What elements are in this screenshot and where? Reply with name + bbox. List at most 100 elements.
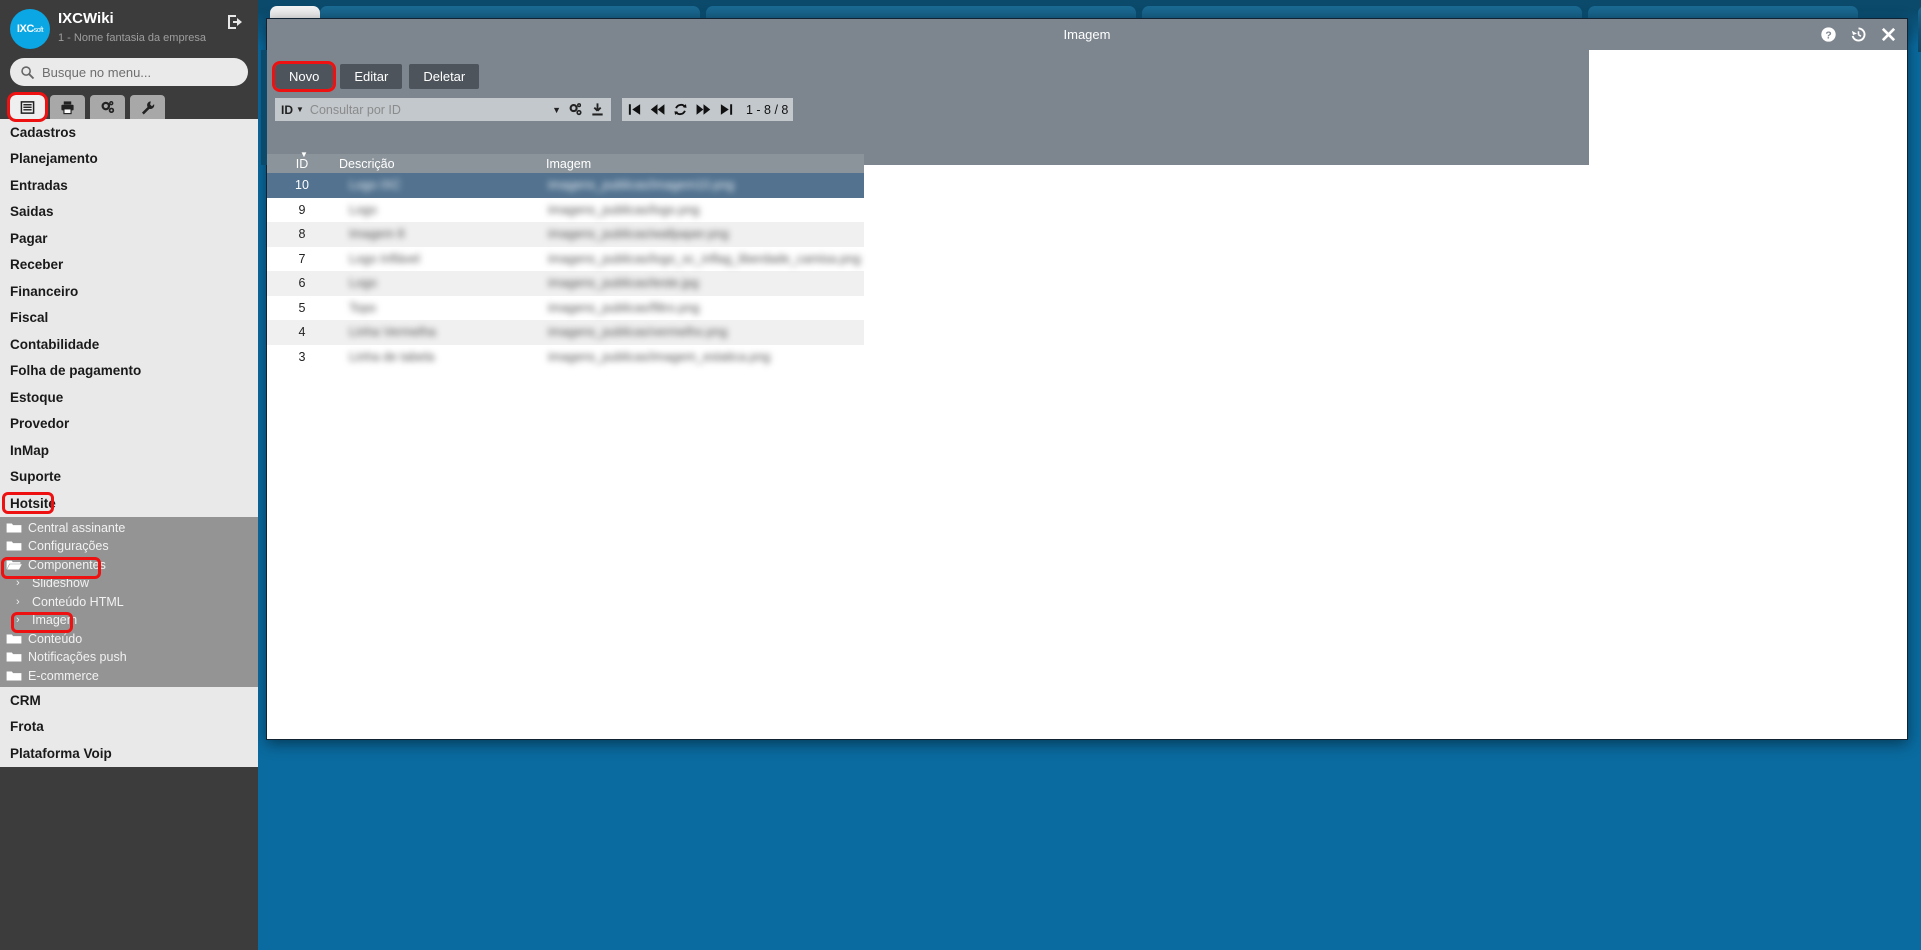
history-icon[interactable]: [1850, 26, 1867, 43]
sidebar-item-suporte[interactable]: Suporte: [0, 464, 258, 491]
sidebar-item-pagar[interactable]: Pagar: [0, 225, 258, 252]
cell-imagem: imagens_publicas/imagem_estatica.png: [548, 349, 771, 364]
sidebar-item-contabilidade[interactable]: Contabilidade: [0, 331, 258, 358]
new-button[interactable]: Novo: [271, 61, 337, 92]
sidebar-item-label: Pagar: [10, 230, 48, 246]
submenu-item-e-commerce[interactable]: E-commerce: [0, 667, 258, 686]
sidebar-item-label: Fiscal: [10, 310, 49, 326]
sidebar-item-label: Frota: [10, 719, 44, 735]
edit-button[interactable]: Editar: [340, 64, 403, 89]
next-page-icon[interactable]: [696, 102, 711, 117]
submenu-item-central-assinante[interactable]: Central assinante: [0, 519, 258, 538]
modal-title-bar: Imagem ?: [267, 19, 1907, 50]
cell-id: 8: [298, 227, 306, 242]
modal-title-actions: ?: [1820, 19, 1897, 50]
query-bar: ID ▼ ▼: [275, 98, 794, 121]
table-row[interactable]: 8 Imagem 8 imagens_publicas/wallpaper.pn…: [267, 222, 864, 247]
sidebar-item-cadastros[interactable]: Cadastros: [0, 119, 258, 146]
sidebar: IXCsoft IXCWiki 1 - Nome fantasia da emp…: [0, 0, 258, 950]
sidebar-item-label: Planejamento: [10, 151, 98, 167]
app-logo-text: IXCsoft: [16, 23, 44, 35]
grid-header-descricao[interactable]: Descrição: [337, 157, 544, 171]
sidebar-item-label: Estoque: [10, 389, 64, 405]
sidebar-item-plataforma-voip[interactable]: Plataforma Voip: [0, 740, 258, 767]
sidebar-item-inmap[interactable]: InMap: [0, 437, 258, 464]
brand-name: IXC: [16, 23, 34, 35]
table-row[interactable]: 7 Logo Inflável imagens_publicas/logo_sc…: [267, 246, 864, 271]
sidebar-item-label: Receber: [10, 257, 64, 273]
sidebar-search-wrap: [0, 58, 258, 86]
last-page-icon[interactable]: [719, 102, 734, 117]
sidebar-item-hotsite[interactable]: Hotsite: [0, 490, 258, 517]
grid-header-imagem[interactable]: Imagem: [544, 157, 864, 171]
table-row[interactable]: 6 Logo imagens_publicas/teste.jpg: [267, 271, 864, 296]
company-subtitle: 1 - Nome fantasia da empresa: [58, 32, 206, 44]
sidebar-tab-tools[interactable]: [130, 95, 165, 119]
sidebar-icon-tabs: [0, 86, 258, 122]
imagem-grid: ▼ ID Descrição Imagem 10 Logo IXC imagen…: [267, 150, 864, 369]
sidebar-item-crm[interactable]: CRM: [0, 687, 258, 714]
modal-body: Novo Editar Deletar ID ▼ ▼: [261, 50, 1907, 739]
first-page-icon[interactable]: [627, 102, 642, 117]
table-row[interactable]: 9 Logo imagens_publicas/logo.png: [267, 197, 864, 222]
refresh-icon[interactable]: [673, 102, 688, 117]
sidebar-tab-printer[interactable]: [50, 95, 85, 119]
sidebar-tab-settings[interactable]: [90, 95, 125, 119]
submenu-item-conteudo-html[interactable]: › Conteúdo HTML: [0, 593, 258, 612]
sidebar-item-label: Provedor: [10, 416, 70, 432]
close-icon[interactable]: [1880, 26, 1897, 43]
action-toolbar: Novo Editar Deletar: [271, 61, 480, 92]
help-icon[interactable]: ?: [1820, 26, 1837, 43]
table-row[interactable]: 10 Logo IXC imagens_publicas/imagem10.pn…: [267, 173, 864, 198]
table-row[interactable]: 4 Linha Vermelha imagens_publicas/vermel…: [267, 320, 864, 345]
sidebar-header: IXCsoft IXCWiki 1 - Nome fantasia da emp…: [0, 0, 258, 58]
delete-button[interactable]: Deletar: [409, 64, 480, 89]
sidebar-item-label: Hotsite: [10, 495, 56, 511]
query-input[interactable]: [309, 102, 549, 117]
menu-search-box[interactable]: [10, 58, 248, 86]
sidebar-item-frota[interactable]: Frota: [0, 714, 258, 741]
sidebar-item-fiscal[interactable]: Fiscal: [0, 305, 258, 332]
toolbar-panel: Novo Editar Deletar ID ▼ ▼: [261, 50, 1589, 165]
export-download-icon[interactable]: [590, 102, 605, 117]
hotsite-submenu: Central assinante Configurações Componen…: [0, 516, 258, 687]
sidebar-item-planejamento[interactable]: Planejamento: [0, 146, 258, 173]
sidebar-item-provedor[interactable]: Provedor: [0, 411, 258, 438]
grid-header-row: ▼ ID Descrição Imagem: [267, 150, 864, 173]
search-input[interactable]: [42, 64, 232, 80]
sidebar-item-receber[interactable]: Receber: [0, 252, 258, 279]
chevron-down-icon[interactable]: ▼: [296, 105, 304, 114]
cell-id: 10: [295, 178, 309, 193]
prev-page-icon[interactable]: [650, 102, 665, 117]
sort-caret-icon: ▼: [300, 149, 308, 159]
submenu-item-slideshow[interactable]: › Slideshow: [0, 574, 258, 593]
sidebar-item-label: Entradas: [10, 177, 68, 193]
folder-icon: [6, 540, 22, 552]
folder-icon: [6, 670, 22, 682]
sidebar-item-saidas[interactable]: Saidas: [0, 199, 258, 226]
submenu-item-imagem[interactable]: › Imagem: [0, 611, 258, 630]
cell-descricao: Logo: [349, 276, 377, 291]
sidebar-item-financeiro[interactable]: Financeiro: [0, 278, 258, 305]
sidebar-item-entradas[interactable]: Entradas: [0, 172, 258, 199]
submenu-item-configuracoes[interactable]: Configurações: [0, 537, 258, 556]
sidebar-item-estoque[interactable]: Estoque: [0, 384, 258, 411]
submenu-item-label: Imagem: [32, 613, 78, 628]
sidebar-item-folha-de-pagamento[interactable]: Folha de pagamento: [0, 358, 258, 385]
filter-settings-icon[interactable]: [568, 102, 583, 117]
submenu-item-componentes[interactable]: Componentes: [0, 556, 258, 575]
submenu-item-notificacoes-push[interactable]: Notificações push: [0, 648, 258, 667]
logout-icon[interactable]: [226, 12, 246, 32]
folder-icon: [6, 522, 22, 534]
cell-imagem: imagens_publicas/logo.png: [548, 202, 700, 217]
table-row[interactable]: 5 Topo imagens_publicas/filtro.png: [267, 295, 864, 320]
sidebar-item-label: Plataforma Voip: [10, 745, 112, 761]
table-row[interactable]: 3 Linha de tabela imagens_publicas/image…: [267, 344, 864, 369]
sidebar-item-label: Cadastros: [10, 124, 77, 140]
submenu-item-conteudo[interactable]: Conteúdo: [0, 630, 258, 649]
sidebar-tab-menu[interactable]: [7, 92, 48, 122]
cell-imagem: imagens_publicas/wallpaper.png: [548, 227, 729, 242]
query-field[interactable]: ID ▼ ▼: [275, 98, 611, 121]
dropdown-caret-icon[interactable]: ▼: [552, 105, 561, 115]
grid-header-id[interactable]: ▼ ID: [267, 150, 337, 171]
